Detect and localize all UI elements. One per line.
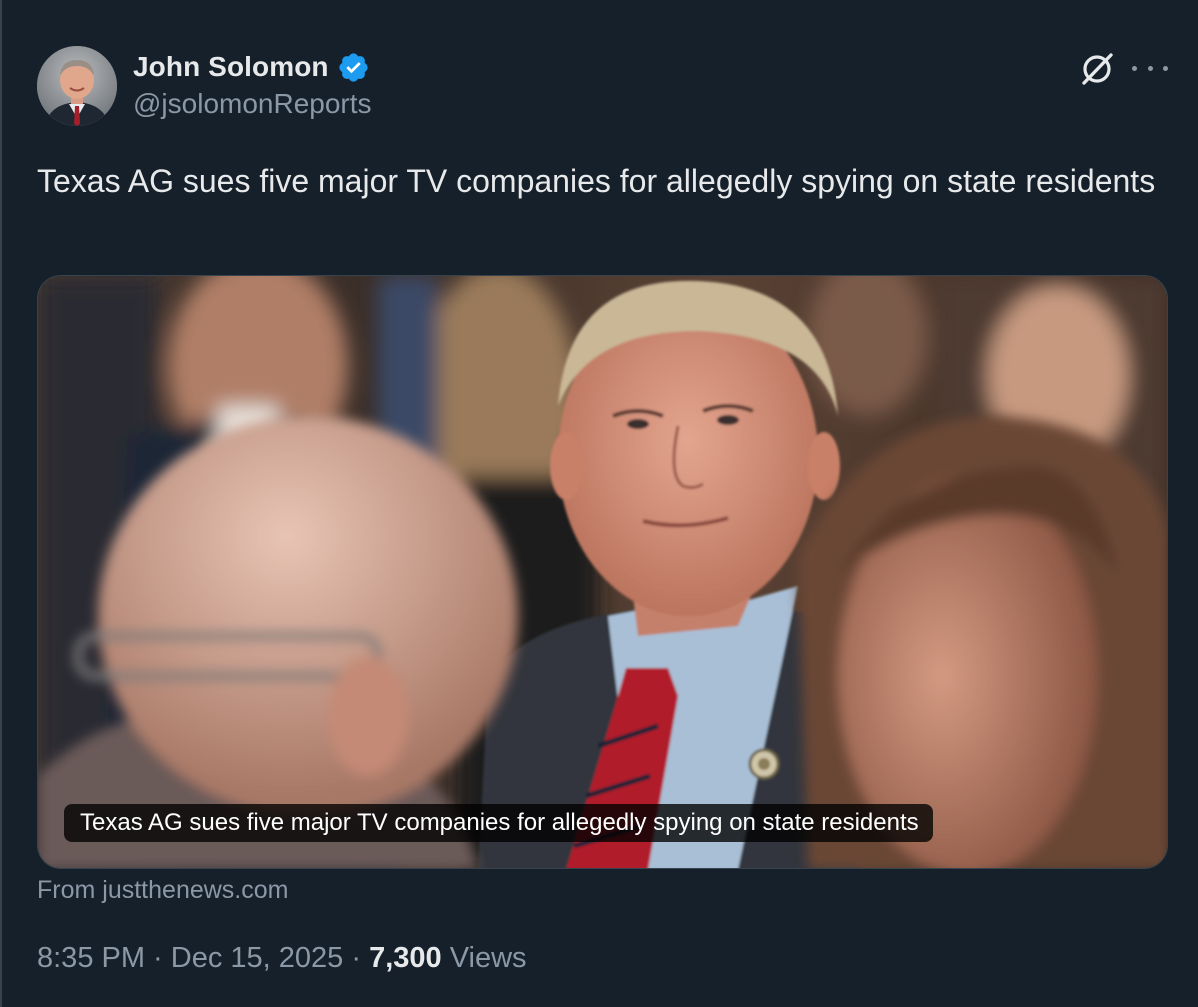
news-photo bbox=[38, 276, 1167, 868]
tweet: John Solomon @jsolomonReports Texas AG s… bbox=[0, 0, 1198, 1007]
tweet-meta: 8:35 PM · Dec 15, 2025 · 7,300 Views bbox=[37, 942, 527, 975]
link-source[interactable]: From justthenews.com bbox=[37, 876, 288, 905]
more-options-icon[interactable] bbox=[1132, 52, 1168, 84]
tweet-date[interactable]: Dec 15, 2025 bbox=[171, 942, 344, 974]
grok-icon[interactable] bbox=[1078, 50, 1116, 88]
avatar-image bbox=[37, 46, 117, 126]
views-label: Views bbox=[441, 942, 527, 974]
author-handle[interactable]: @jsolomonReports bbox=[133, 88, 372, 120]
link-source-prefix: From bbox=[37, 876, 103, 904]
link-source-domain: justthenews.com bbox=[102, 876, 289, 904]
views-count: 7,300 bbox=[369, 942, 442, 974]
meta-separator: · bbox=[145, 942, 171, 974]
tweet-text: Texas AG sues five major TV companies fo… bbox=[37, 163, 1156, 199]
author-name-row: John Solomon bbox=[133, 48, 370, 86]
author-avatar[interactable] bbox=[37, 46, 117, 126]
author-display-name[interactable]: John Solomon bbox=[133, 51, 329, 83]
more-dot bbox=[1163, 65, 1168, 71]
media-caption: Texas AG sues five major TV companies fo… bbox=[64, 804, 933, 842]
verified-badge-icon[interactable] bbox=[337, 51, 370, 84]
more-dot bbox=[1132, 65, 1137, 71]
more-dot bbox=[1147, 65, 1153, 71]
meta-separator: · bbox=[343, 942, 370, 974]
tweet-time[interactable]: 8:35 PM bbox=[37, 942, 145, 974]
link-media-card[interactable]: Texas AG sues five major TV companies fo… bbox=[37, 275, 1168, 869]
